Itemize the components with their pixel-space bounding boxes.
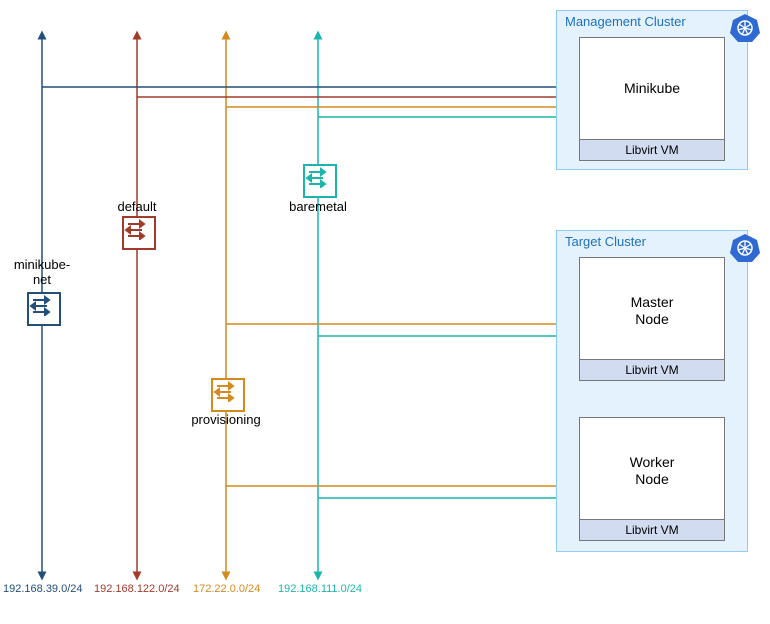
minikube-net-label: minikube-net: [12, 257, 72, 287]
baremetal-net-switch-icon: [303, 164, 337, 198]
kubernetes-icon: [730, 233, 760, 263]
master-node-label: MasterNode: [580, 294, 724, 328]
provisioning-net-switch-icon: [211, 378, 245, 412]
management-cluster-title: Management Cluster: [565, 14, 686, 29]
management-cluster: Management Cluster Minikube Libvirt VM: [556, 10, 748, 170]
default-net-subnet: 192.168.122.0/24: [94, 583, 180, 595]
default-net-label: default: [112, 199, 162, 214]
provisioning-net-label: provisioning: [186, 412, 266, 427]
worker-node-label: WorkerNode: [580, 454, 724, 488]
baremetal-net-label: baremetal: [283, 199, 353, 214]
minikube-vm-label: Minikube: [580, 80, 724, 97]
worker-node-vm: WorkerNode Libvirt VM: [579, 417, 725, 541]
master-node-vm: MasterNode Libvirt VM: [579, 257, 725, 381]
minikube-vm: Minikube Libvirt VM: [579, 37, 725, 161]
provisioning-net-subnet: 172.22.0.0/24: [193, 583, 260, 595]
minikube-net-switch-icon: [27, 292, 61, 326]
master-node-footer: Libvirt VM: [580, 359, 724, 380]
target-cluster: Target Cluster MasterNode Libvirt VM Wor…: [556, 230, 748, 552]
target-cluster-title: Target Cluster: [565, 234, 646, 249]
kubernetes-icon: [730, 13, 760, 43]
default-net-switch-icon: [122, 216, 156, 250]
worker-node-footer: Libvirt VM: [580, 519, 724, 540]
minikube-vm-footer: Libvirt VM: [580, 139, 724, 160]
baremetal-net-subnet: 192.168.111.0/24: [278, 583, 362, 595]
minikube-net-subnet: 192.168.39.0/24: [3, 583, 83, 595]
